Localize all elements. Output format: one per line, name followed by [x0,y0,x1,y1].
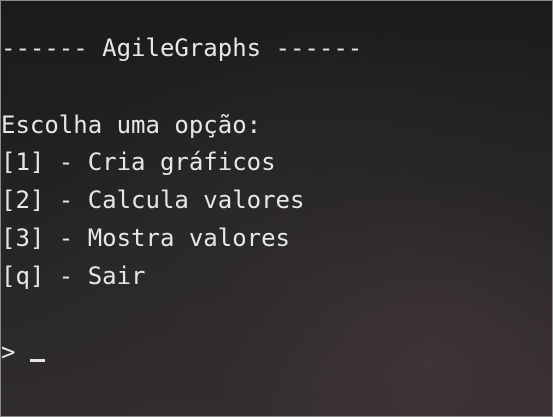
input-prompt-symbol: > [1,338,30,366]
menu-option-create-charts: [1] - Cria gráficos [1,148,276,176]
terminal-window[interactable]: ------ AgileGraphs ------ Escolha uma op… [0,0,553,417]
text-cursor [29,359,45,362]
command-input-line[interactable]: > [1,338,45,366]
menu-option-quit: [q] - Sair [1,262,146,290]
menu-option-calculate-values: [2] - Calcula valores [1,186,305,214]
menu-prompt: Escolha uma opção: [1,111,262,139]
app-title-banner: ------ AgileGraphs ------ [1,34,363,62]
menu-option-show-values: [3] - Mostra valores [1,224,290,252]
